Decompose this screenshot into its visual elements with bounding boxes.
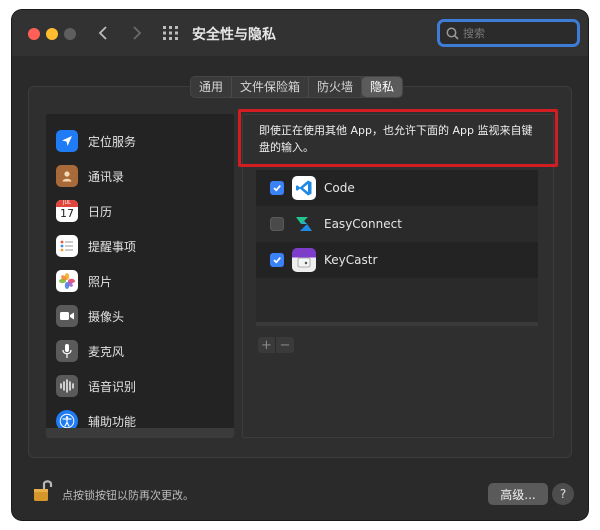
sidebar-item-contacts[interactable]: 通讯录: [46, 159, 234, 193]
app-row-easyconnect[interactable]: EasyConnect: [256, 206, 538, 242]
photos-icon: [56, 270, 78, 292]
speech-recognition-icon: [56, 375, 78, 397]
reminders-icon: [56, 235, 78, 257]
chevron-left-icon: [98, 26, 107, 40]
chevron-right-icon: [133, 26, 142, 40]
location-arrow-icon: [56, 130, 78, 152]
sidebar-item-label: 照片: [88, 274, 113, 289]
tab-firewall[interactable]: 防火墙: [309, 77, 363, 97]
contacts-icon: [56, 165, 78, 187]
add-app-button[interactable]: +: [258, 337, 276, 353]
sidebar-item-label: 语音识别: [88, 379, 137, 394]
list-bottom-edge: [256, 322, 538, 326]
keycastr-icon: [292, 248, 316, 272]
close-window-button[interactable]: [28, 28, 40, 40]
calendar-day-label: 17: [60, 207, 74, 220]
app-name: EasyConnect: [324, 217, 402, 231]
sidebar-item-speech-recognition[interactable]: 语音识别: [46, 369, 234, 403]
sidebar-item-calendar[interactable]: JUL 17 日历: [46, 194, 234, 228]
show-all-button[interactable]: [162, 24, 180, 42]
sidebar-item-microphone[interactable]: 麦克风: [46, 334, 234, 368]
sidebar-item-camera[interactable]: 摄像头: [46, 299, 234, 333]
sidebar-next-item-partial: [46, 428, 234, 438]
sidebar-item-photos[interactable]: 照片: [46, 264, 234, 298]
microphone-icon: [56, 340, 78, 362]
sidebar-item-label: 日历: [88, 204, 113, 219]
sidebar-item-label: 麦克风: [88, 344, 125, 359]
checkmark-icon: [273, 257, 281, 264]
sidebar-item-label: 辅助功能: [88, 414, 137, 429]
grid-icon: [163, 26, 178, 40]
app-name: Code: [324, 181, 355, 195]
app-checkbox-easyconnect[interactable]: [270, 217, 284, 231]
unlocked-padlock-icon: [34, 480, 53, 501]
search-input[interactable]: [463, 26, 573, 40]
remove-app-button[interactable]: −: [276, 337, 294, 353]
sidebar-item-reminders[interactable]: 提醒事项: [46, 229, 234, 263]
sidebar-item-location[interactable]: 定位服务: [46, 124, 234, 158]
calendar-icon: JUL 17: [56, 200, 78, 222]
tab-filevault[interactable]: 文件保险箱: [232, 77, 310, 97]
app-checkbox-code[interactable]: [270, 181, 284, 195]
vscode-icon: [292, 176, 316, 200]
app-checkbox-keycastr[interactable]: [270, 253, 284, 267]
lock-hint-text: 点按锁按钮以防再次更改。: [62, 489, 194, 502]
help-button[interactable]: ?: [552, 483, 574, 505]
app-permission-list[interactable]: Code EasyConnect KeyCastr: [256, 170, 538, 324]
camera-icon: [56, 305, 78, 327]
settings-window: 安全性与隐私 通用 文件保险箱 防火墙 隐私 定位服务 通讯录 JUL: [12, 10, 588, 520]
permission-description-highlight: 即使正在使用其他 App，也允许下面的 App 监视来自键 盘的输入。: [238, 109, 558, 167]
description-line-1: 即使正在使用其他 App，也允许下面的 App 监视来自键: [259, 124, 533, 137]
window-title: 安全性与隐私: [192, 27, 276, 43]
search-field[interactable]: [437, 19, 580, 47]
easyconnect-icon: [292, 212, 316, 236]
sidebar-item-label: 提醒事项: [88, 239, 137, 254]
zoom-window-button[interactable]: [64, 28, 76, 40]
description-line-2: 盘的输入。: [259, 141, 314, 154]
privacy-category-list[interactable]: 定位服务 通讯录 JUL 17 日历 提醒事项 照片 摄像头 麦克风 语音识别 …: [46, 114, 234, 438]
app-name: KeyCastr: [324, 253, 378, 267]
forward-button[interactable]: [126, 22, 148, 44]
app-row-keycastr[interactable]: KeyCastr: [256, 242, 538, 278]
search-icon: [446, 27, 459, 40]
sidebar-item-label: 摄像头: [88, 309, 125, 324]
tab-privacy[interactable]: 隐私: [362, 77, 403, 97]
tab-general[interactable]: 通用: [191, 77, 233, 97]
sidebar-item-label: 通讯录: [88, 169, 125, 184]
checkmark-icon: [273, 185, 281, 192]
advanced-button[interactable]: 高级...: [488, 483, 548, 505]
lock-button[interactable]: [32, 478, 54, 504]
title-bar: 安全性与隐私: [12, 10, 588, 56]
tab-bar: 通用 文件保险箱 防火墙 隐私: [190, 76, 404, 98]
sidebar-item-label: 定位服务: [88, 134, 137, 149]
list-controls: + −: [258, 337, 294, 353]
calendar-month-label: JUL: [56, 200, 78, 207]
back-button[interactable]: [92, 22, 114, 44]
minimize-window-button[interactable]: [46, 28, 58, 40]
app-row-code[interactable]: Code: [256, 170, 538, 206]
